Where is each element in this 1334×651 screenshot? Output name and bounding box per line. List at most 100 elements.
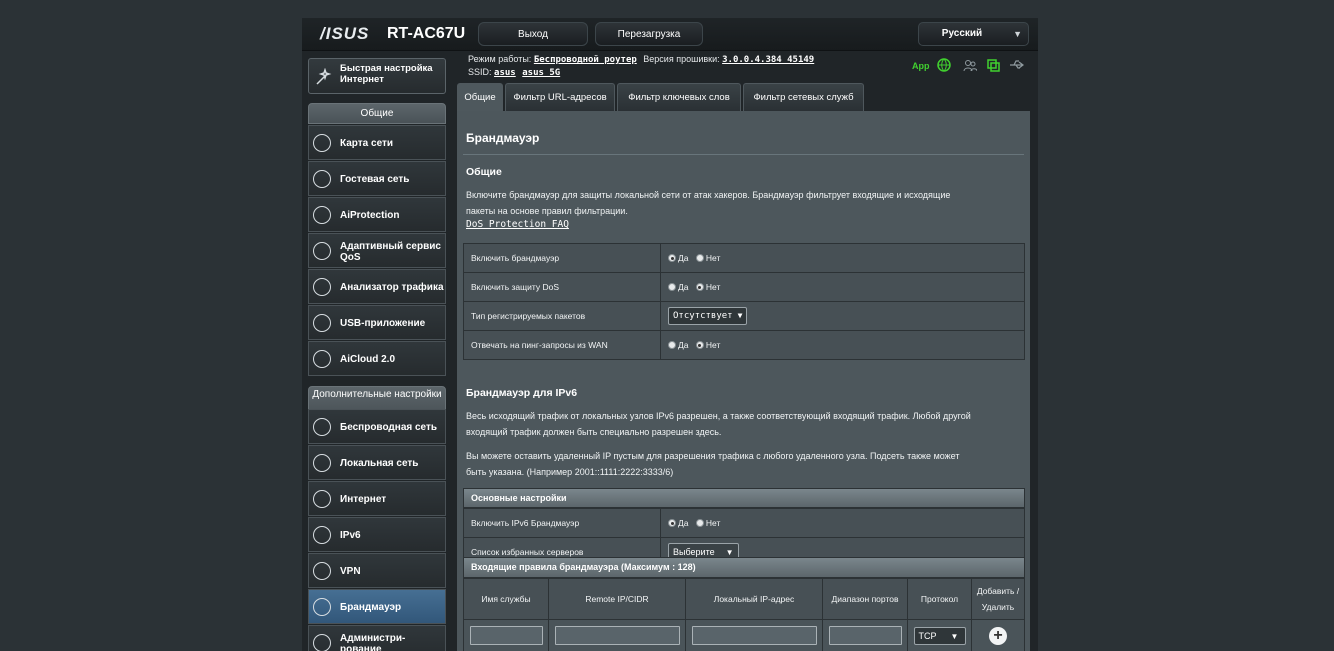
sidebar-item[interactable]: VPN — [308, 553, 446, 588]
ipv6-text-line: Весь исходящий трафик от локальных узлов… — [466, 411, 971, 421]
mode-link[interactable]: Беспроводной роутер — [534, 55, 637, 65]
usb-icon — [313, 314, 331, 332]
column-header: Локальный IP-адрес — [685, 578, 823, 620]
service-name-input[interactable] — [469, 625, 543, 645]
inbound-rules-header: Входящие правила брандмауэра (Максимум :… — [463, 557, 1025, 578]
firewall-icon — [313, 598, 331, 616]
clients-icon[interactable] — [963, 58, 977, 72]
ipv6-text-line: Вы можете оставить удаленный IP пустым д… — [466, 451, 960, 461]
radio-yes[interactable] — [668, 341, 676, 349]
general-text-line: Включите брандмауэр для защиты локальной… — [466, 190, 951, 200]
firmware-link[interactable]: 3.0.0.4.384_45149 — [722, 55, 814, 65]
inbound-rules-table: Имя службы Remote IP/CIDR Локальный IP-а… — [463, 578, 1025, 651]
content-panel: Брандмауэр Общие Включите брандмауэр для… — [457, 111, 1030, 651]
radio-no[interactable] — [695, 283, 704, 291]
table-row: Тип регистрируемых пакетов Отсутствует ▼ — [463, 301, 1025, 331]
tab-keyword-filter[interactable]: Фильтр ключевых слов — [617, 83, 741, 111]
radio-no-label: Нет — [705, 282, 721, 292]
sidebar-item[interactable]: Администри- рование — [308, 625, 446, 651]
port-range-input[interactable] — [828, 625, 902, 645]
mode-label: Режим работы: — [468, 54, 532, 64]
radio-no[interactable] — [695, 254, 704, 262]
radio-yes[interactable] — [668, 283, 676, 291]
sidebar-item[interactable]: Локальная сеть — [308, 445, 446, 480]
quick-internet-setup[interactable]: Быстрая настройка Интернет — [308, 58, 446, 94]
ipv6-remote-ip-description: Вы можете оставить удаленный IP пустым д… — [466, 448, 1021, 480]
table-row: Отвечать на пинг-запросы из WAN Да Нет — [463, 330, 1025, 360]
chevron-down-icon: ▼ — [950, 632, 959, 641]
ipv6-text-line: входящий трафик должен быть специально р… — [466, 427, 722, 437]
radio-yes[interactable] — [668, 519, 676, 527]
tab-general[interactable]: Общие — [457, 83, 503, 111]
chevron-down-icon: ▼ — [725, 548, 734, 557]
internet-icon — [313, 490, 331, 508]
chevron-down-icon: ▼ — [1013, 29, 1022, 39]
gear-icon — [313, 634, 331, 651]
sidebar-item[interactable]: Беспроводная сеть — [308, 409, 446, 444]
radio-no[interactable] — [695, 519, 704, 527]
internet-status-icon[interactable] — [937, 58, 951, 72]
sidebar-item-label: Интернет — [340, 494, 387, 505]
page-title: Брандмауэр — [466, 131, 540, 145]
ssid-5g-link[interactable]: asus_5G — [522, 68, 560, 78]
tab-network-services-filter[interactable]: Фильтр сетевых служб — [743, 83, 864, 111]
ipv6-description: Весь исходящий трафик от локальных узлов… — [466, 408, 1021, 440]
sidebar-item[interactable]: Адаптивный сервис QoS — [308, 233, 446, 268]
cloud-icon — [313, 350, 331, 368]
sidebar-item[interactable]: AiProtection — [308, 197, 446, 232]
guest-network-icon — [313, 170, 331, 188]
app-link[interactable]: App — [912, 61, 930, 71]
wireless-icon — [313, 418, 331, 436]
sidebar-item[interactable]: Карта сети — [308, 125, 446, 160]
lan-icon — [313, 454, 331, 472]
sidebar-item-label: Брандмауэр — [340, 602, 402, 613]
radio-no[interactable] — [695, 341, 704, 349]
sidebar-item[interactable]: IPv6 — [308, 517, 446, 552]
radio-yes-label: Да — [678, 518, 689, 528]
wan-ping-label: Отвечать на пинг-запросы из WAN — [463, 330, 661, 360]
table-row: TCP ▼ + — [463, 619, 1025, 651]
radio-yes-label: Да — [678, 282, 689, 292]
tab-url-filter[interactable]: Фильтр URL-адресов — [505, 83, 615, 111]
firewall-settings-table: Включить брандмауэр Да Нет Включить защи… — [463, 243, 1025, 360]
enable-ipv6-firewall-radios: Да Нет — [660, 508, 1025, 538]
logged-packets-select[interactable]: Отсутствует ▼ — [668, 307, 748, 325]
sidebar-item-label: Беспроводная сеть — [340, 422, 438, 433]
status-line-2: SSID: asus asus_5G — [468, 67, 560, 78]
ssid-label: SSID: — [468, 67, 492, 77]
usb-device-icon[interactable] — [986, 58, 1000, 72]
model-name: RT-AC67U — [387, 25, 466, 42]
column-header: Диапазон портов — [822, 578, 908, 620]
quick-setup-label: Быстрая настройка Интернет — [340, 63, 433, 85]
status-line-1: Режим работы: Беспроводной роутер Версия… — [468, 54, 814, 65]
logged-packets-value: Отсутствует — [673, 311, 733, 321]
usb-icon[interactable] — [1009, 59, 1025, 71]
sidebar-item[interactable]: USB-приложение — [308, 305, 446, 340]
sidebar-item-label: IPv6 — [340, 530, 361, 541]
sidebar-item[interactable]: Гостевая сеть — [308, 161, 446, 196]
traffic-analyzer-icon — [313, 278, 331, 296]
sidebar-item[interactable]: Брандмауэр — [308, 589, 446, 624]
sidebar-item-label: Карта сети — [340, 138, 394, 149]
local-ip-input[interactable] — [691, 625, 817, 645]
language-select[interactable]: Русский ▼ — [918, 22, 1029, 46]
ipv6-firewall-heading: Брандмауэр для IPv6 — [466, 387, 578, 399]
ssid-24-link[interactable]: asus — [494, 68, 516, 78]
dos-faq-link[interactable]: DoS Protection FAQ — [466, 219, 569, 230]
add-rule-icon[interactable]: + — [989, 627, 1007, 645]
sidebar-item-label: AiProtection — [340, 210, 400, 221]
shield-icon — [313, 206, 331, 224]
globe-icon — [313, 134, 331, 152]
sidebar-item[interactable]: Интернет — [308, 481, 446, 516]
logout-button[interactable]: Выход — [478, 22, 588, 46]
sidebar-item-label: VPN — [340, 566, 361, 577]
radio-no-label: Нет — [705, 253, 721, 263]
wan-ping-radios: Да Нет — [660, 330, 1025, 360]
reboot-button[interactable]: Перезагрузка — [595, 22, 703, 46]
sidebar-item[interactable]: Анализатор трафика — [308, 269, 446, 304]
table-header-row: Имя службы Remote IP/CIDR Локальный IP-а… — [463, 578, 1025, 620]
radio-yes[interactable] — [668, 254, 676, 262]
remote-ip-input[interactable] — [554, 625, 680, 645]
protocol-select[interactable]: TCP ▼ — [913, 627, 966, 645]
sidebar-item[interactable]: AiCloud 2.0 — [308, 341, 446, 376]
